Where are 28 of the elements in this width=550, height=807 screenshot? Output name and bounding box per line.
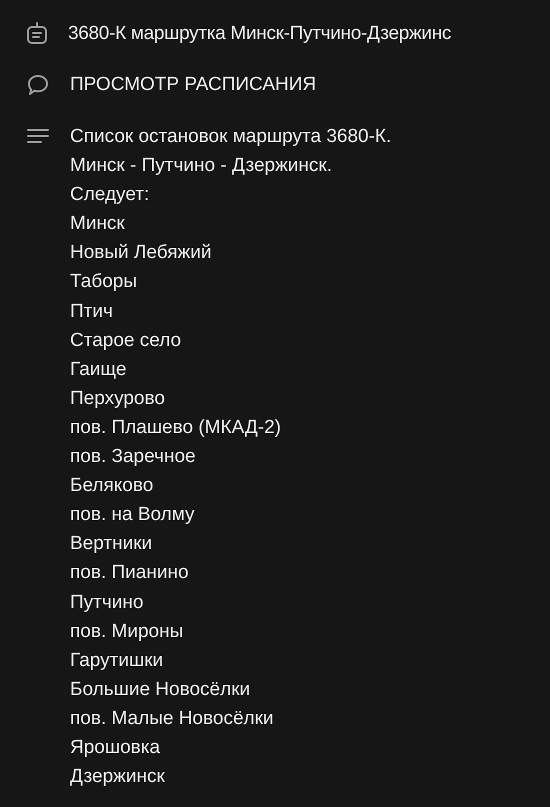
description-line: Перхурово	[70, 386, 166, 411]
description-line: Минск - Путчино - Дзержинск.	[70, 154, 333, 178]
description-line: пов. на Волму	[70, 503, 196, 528]
description-line: Старое село	[70, 328, 182, 353]
speech-bubble-icon	[26, 73, 50, 97]
description-line: Беляково	[70, 474, 154, 498]
text-lines-icon	[26, 128, 50, 144]
description-line: пов. Плашево (МКАД-2)	[70, 416, 282, 440]
description-line: Гаище	[70, 358, 128, 382]
description-line: Путчино	[70, 590, 144, 614]
description-line: Птич	[70, 300, 114, 324]
description-line: Следует:	[70, 183, 150, 208]
description-line: Ярошовка	[70, 736, 162, 760]
description-line: Большие Новосёлки	[70, 678, 252, 702]
description-line: Минск	[70, 212, 126, 236]
item-title: 3680-К маршрутка Минск-Путчино-Дзержинс	[68, 22, 452, 46]
description-line: Гарутишки	[70, 648, 164, 673]
clipboard-icon	[26, 22, 48, 46]
description-line: пов. Мироны	[70, 620, 184, 644]
description-line: пов. Заречное	[70, 445, 197, 470]
description-line: пов. Пианино	[70, 561, 190, 586]
description-line: Новый Лебяжий	[70, 241, 212, 266]
section-label: ПРОСМОТР РАСПИСАНИЯ	[70, 72, 316, 97]
description-line: Таборы	[70, 270, 138, 294]
description-line: Список остановок маршрута 3680-К.	[70, 125, 392, 149]
description-line: пов. Малые Новосёлки	[70, 706, 275, 731]
description-line: Дзержинск	[70, 765, 166, 790]
description-line: Вертники	[70, 532, 154, 556]
